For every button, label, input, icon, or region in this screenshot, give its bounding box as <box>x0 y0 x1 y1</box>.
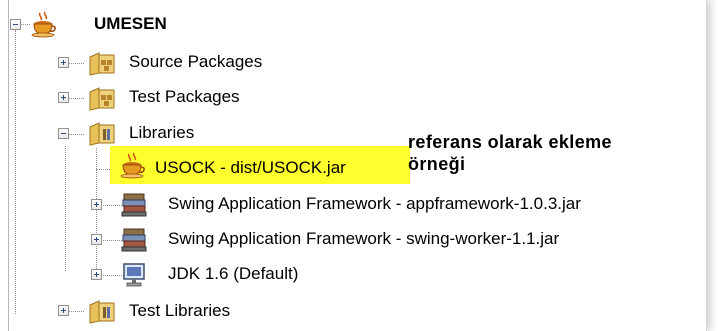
coffee-cup-project-icon <box>119 151 147 179</box>
package-folder-icon <box>88 48 116 76</box>
expand-toggle-test-libraries[interactable] <box>58 305 69 316</box>
collapse-toggle-root[interactable] <box>10 19 21 30</box>
jdk-monitor-icon <box>120 260 148 288</box>
expand-toggle-swing-worker[interactable] <box>91 234 102 245</box>
annotation-line-2: örneği <box>408 154 466 174</box>
tree-guide-children <box>96 148 97 275</box>
annotation-line-1: referans olarak ekleme <box>408 132 612 152</box>
library-folder-icon <box>88 118 116 146</box>
expand-toggle-test-packages[interactable] <box>58 92 69 103</box>
package-folder-icon <box>88 83 116 111</box>
collapse-toggle-libraries[interactable] <box>58 128 69 139</box>
expand-toggle-jdk[interactable] <box>91 269 102 280</box>
tree-guide-root <box>15 30 16 314</box>
tree-connector <box>20 24 30 25</box>
expand-toggle-source-packages[interactable] <box>58 57 69 68</box>
tree-node-usock-jar[interactable]: USOCK - dist/USOCK.jar <box>155 158 346 178</box>
tree-node-root-label[interactable]: UMESEN <box>94 14 167 34</box>
library-folder-icon <box>88 296 116 324</box>
tree-node-source-packages[interactable]: Source Packages <box>129 52 262 72</box>
expand-toggle-appframework[interactable] <box>91 199 102 210</box>
tree-guide-libraries <box>65 146 66 271</box>
tree-node-appframework-jar[interactable]: Swing Application Framework - appframewo… <box>168 194 581 214</box>
tree-node-libraries[interactable]: Libraries <box>129 123 194 143</box>
annotation-note: referans olarak ekleme örneği <box>408 131 698 175</box>
tree-node-test-packages[interactable]: Test Packages <box>129 87 240 107</box>
library-books-icon <box>120 190 148 218</box>
project-tree-panel: UMESEN Source Packages Test Packages Lib… <box>0 0 707 331</box>
coffee-cup-project-icon <box>30 10 58 38</box>
library-books-icon <box>120 225 148 253</box>
tree-node-jdk[interactable]: JDK 1.6 (Default) <box>168 264 298 284</box>
panel-left-border <box>8 0 9 331</box>
tree-node-test-libraries[interactable]: Test Libraries <box>129 301 230 321</box>
tree-node-swing-worker-jar[interactable]: Swing Application Framework - swing-work… <box>168 229 559 249</box>
